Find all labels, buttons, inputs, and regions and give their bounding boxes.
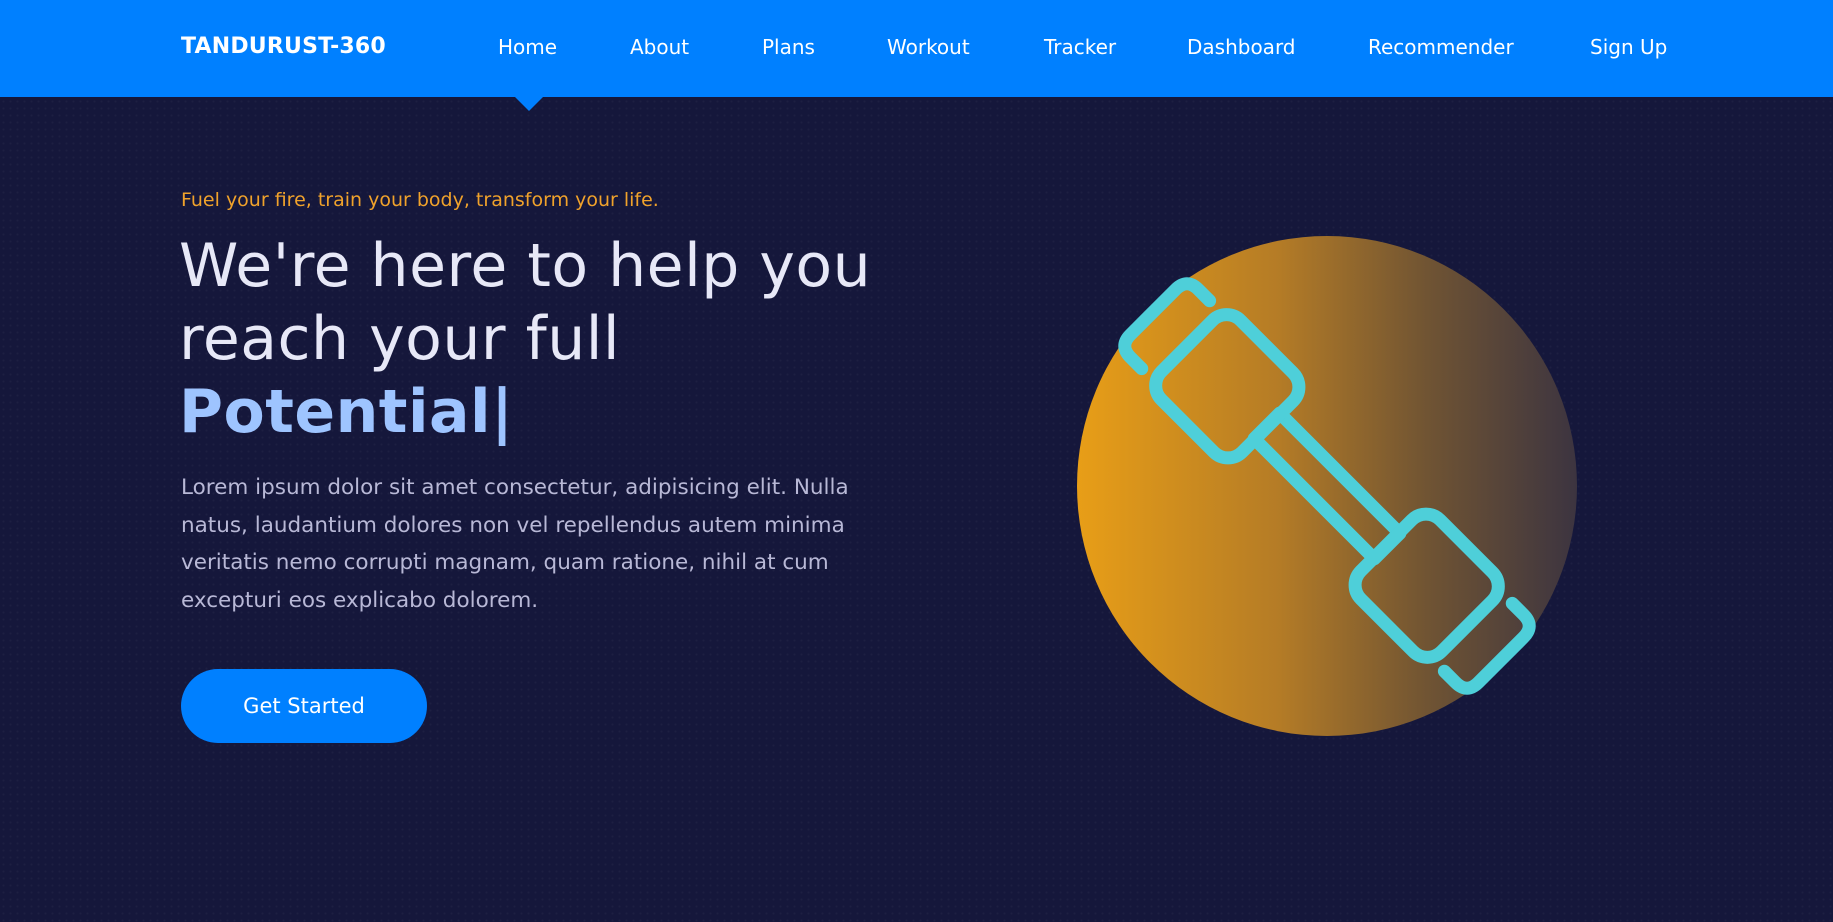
active-nav-indicator (515, 97, 543, 111)
headline-line-1: We're here to help you (179, 231, 872, 301)
nav-item-sign-up[interactable]: Sign Up (1590, 34, 1667, 60)
get-started-button[interactable]: Get Started (181, 669, 427, 743)
nav-item-plans[interactable]: Plans (762, 34, 815, 60)
hero-description: Lorem ipsum dolor sit amet consectetur, … (181, 475, 849, 613)
headline-accent-word: Potential (179, 377, 492, 447)
hero-illustration (1077, 236, 1577, 736)
nav-item-tracker[interactable]: Tracker (1044, 34, 1116, 60)
nav-item-home[interactable]: Home (498, 34, 557, 60)
top-navbar: TANDURUST-360 Home About Plans Workout T… (0, 0, 1833, 97)
hero-tagline: Fuel your fire, train your body, transfo… (181, 189, 659, 211)
dumbbell-icon (1118, 277, 1536, 695)
nav-item-dashboard[interactable]: Dashboard (1187, 34, 1296, 60)
headline-line-3: Potential| (179, 376, 871, 449)
nav-item-about[interactable]: About (630, 34, 689, 60)
typing-cursor: | (491, 377, 514, 447)
nav-item-workout[interactable]: Workout (887, 34, 970, 60)
brand-logo[interactable]: TANDURUST-360 (181, 34, 386, 60)
headline-line-2: reach your full (179, 304, 621, 374)
hero-headline: We're here to help you reach your full P… (179, 230, 871, 449)
nav-item-recommender[interactable]: Recommender (1368, 34, 1514, 60)
